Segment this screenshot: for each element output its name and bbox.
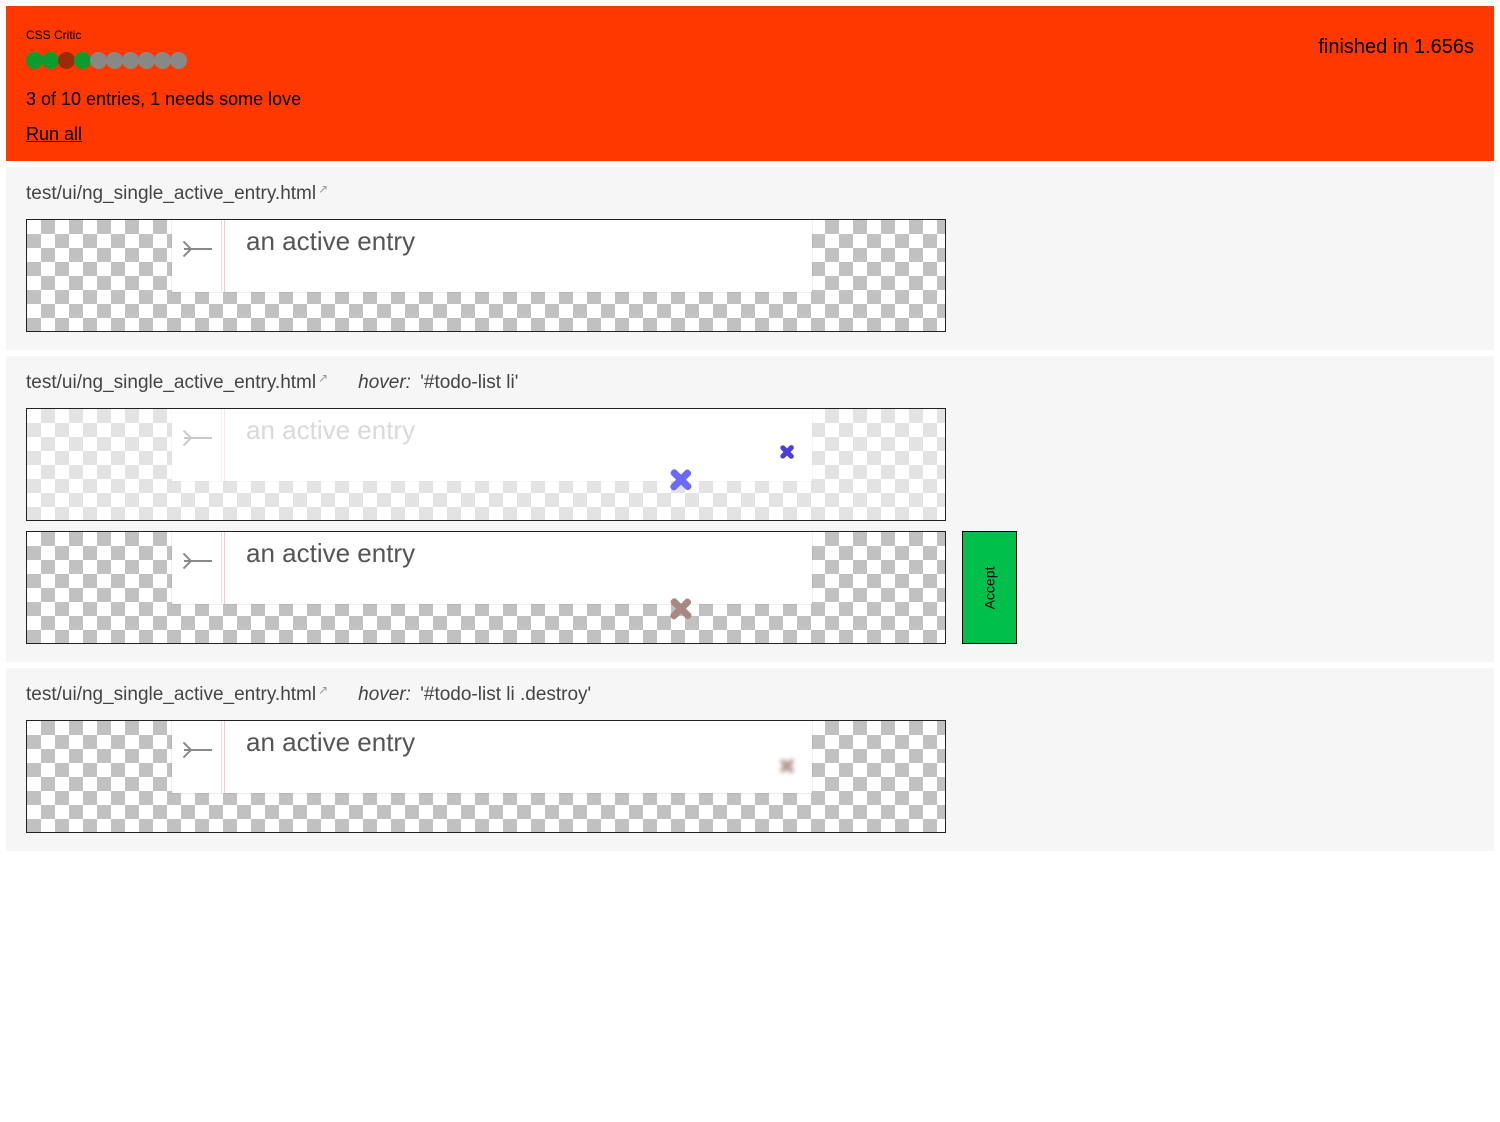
accept-button[interactable]: Accept xyxy=(962,531,1017,644)
todo-entry-text: an active entry xyxy=(246,226,415,257)
todo-entry-text: an active entry xyxy=(246,415,415,446)
progress-dot-1[interactable] xyxy=(42,52,59,69)
header: CSS Critic 3 of 10 entries, 1 needs some… xyxy=(6,6,1494,161)
external-link-icon[interactable]: ↗ xyxy=(318,182,328,196)
entry-path[interactable]: test/ui/ng_single_active_entry.html xyxy=(26,684,316,705)
progress-dot-9[interactable] xyxy=(170,52,187,69)
external-link-icon[interactable]: ↗ xyxy=(318,683,328,697)
hover-label: hover: xyxy=(358,372,411,393)
entry: test/ui/ng_single_active_entry.html↗ hove… xyxy=(6,356,1494,662)
hover-selector: '#todo-list li' xyxy=(415,372,518,393)
progress-dot-4[interactable] xyxy=(90,52,107,69)
entry-title: test/ui/ng_single_active_entry.html↗ hove… xyxy=(26,684,1474,706)
diff-marker-icon xyxy=(780,759,794,773)
entry-title: test/ui/ng_single_active_entry.html↗ hove… xyxy=(26,372,1474,394)
progress-dot-6[interactable] xyxy=(122,52,139,69)
summary-text: 3 of 10 entries, 1 needs some love xyxy=(26,89,1474,110)
progress-dot-2[interactable] xyxy=(58,52,75,69)
progress-dot-8[interactable] xyxy=(154,52,171,69)
progress-dots xyxy=(26,52,1474,69)
todo-entry-text: an active entry xyxy=(246,727,415,758)
finished-text: finished in 1.656s xyxy=(1318,36,1474,59)
progress-dot-0[interactable] xyxy=(26,52,43,69)
progress-dot-5[interactable] xyxy=(106,52,123,69)
diff-marker-icon xyxy=(670,469,692,491)
hover-selector: '#todo-list li .destroy' xyxy=(415,684,591,705)
snapshot-row: an active entry xyxy=(26,720,1474,833)
progress-dot-3[interactable] xyxy=(74,52,91,69)
entry-path[interactable]: test/ui/ng_single_active_entry.html xyxy=(26,183,316,204)
snapshot-row: an active entry Accept xyxy=(26,531,1474,644)
entry: test/ui/ng_single_active_entry.html↗an a… xyxy=(6,167,1494,350)
entry-title: test/ui/ng_single_active_entry.html↗ xyxy=(26,183,1474,205)
snapshot-image[interactable]: an active entry xyxy=(26,720,946,833)
snapshot-image[interactable]: an active entry xyxy=(26,531,946,644)
accept-button-label: Accept xyxy=(982,566,998,609)
todo-entry-text: an active entry xyxy=(246,538,415,569)
snapshot-image[interactable]: an active entry xyxy=(26,219,946,332)
hover-label: hover: xyxy=(358,684,411,705)
diff-marker-icon xyxy=(670,598,692,620)
snapshot-row: an active entry xyxy=(26,408,1474,521)
progress-dot-7[interactable] xyxy=(138,52,155,69)
external-link-icon[interactable]: ↗ xyxy=(318,371,328,385)
snapshot-image[interactable]: an active entry xyxy=(26,408,946,521)
app-title: CSS Critic xyxy=(26,28,1474,42)
entry: test/ui/ng_single_active_entry.html↗ hove… xyxy=(6,668,1494,851)
diff-marker-icon xyxy=(780,445,794,459)
run-all-link[interactable]: Run all xyxy=(26,124,82,145)
snapshot-row: an active entry xyxy=(26,219,1474,332)
entry-path[interactable]: test/ui/ng_single_active_entry.html xyxy=(26,372,316,393)
